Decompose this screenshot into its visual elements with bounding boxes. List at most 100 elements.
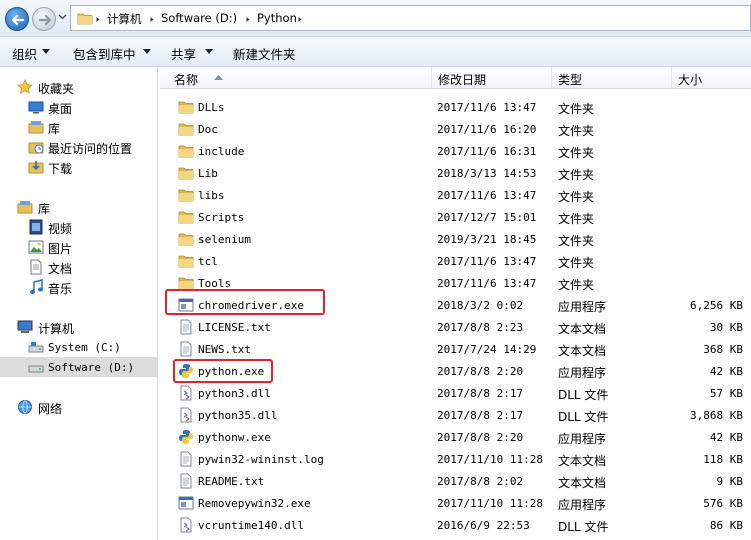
column-header-label: 大小 [678, 73, 703, 87]
breadcrumb-separator-icon[interactable] [149, 16, 156, 23]
nav-item-desktop[interactable]: 桌面 [0, 97, 157, 117]
nav-item-software-drive[interactable]: Software (D:) [0, 357, 157, 377]
nav-item-libraries[interactable]: 库 [0, 197, 157, 217]
file-row[interactable]: DLLs 2017/11/6 13:47 文件夹 [160, 96, 751, 118]
file-row[interactable]: pythonw.exe 2017/8/8 2:20 应用程序 42 KB [160, 426, 751, 448]
new-folder-button[interactable]: 新建文件夹 [233, 44, 296, 63]
file-modified-date: 2018/3/2 0:02 [437, 299, 524, 312]
nav-item-documents[interactable]: 文档 [0, 257, 157, 277]
nav-item-network[interactable]: 网络 [0, 397, 157, 417]
nav-item-downloads[interactable]: 下载 [0, 157, 157, 177]
nav-label: 桌面 [48, 102, 73, 116]
breadcrumb-computer[interactable]: 计算机 [107, 11, 142, 27]
desktop-icon [28, 101, 44, 114]
breadcrumb-python[interactable]: Python [257, 11, 297, 25]
breadcrumb-software-drive[interactable]: Software (D:) [161, 11, 237, 25]
back-button[interactable] [5, 7, 29, 31]
file-type: 文件夹 [558, 256, 595, 270]
nav-item-music[interactable]: 音乐 [0, 277, 157, 297]
file-name: selenium [198, 233, 251, 246]
column-header-size[interactable]: 大小 [672, 67, 751, 89]
include-in-library-button[interactable]: 包含到库中 [73, 44, 136, 63]
file-row[interactable]: NEWS.txt 2017/7/24 14:29 文本文档 368 KB [160, 338, 751, 360]
file-size: 368 KB [703, 343, 743, 356]
nav-label: 图片 [48, 242, 73, 256]
nav-item-system-drive[interactable]: System (C:) [0, 337, 157, 357]
file-list: 名称 修改日期 类型 大小 DLLs 2017/11/6 13:47 文件夹 Doc 2… [160, 67, 751, 540]
file-row[interactable]: pywin32-wininst.log 2017/11/10 11:28 文本文档 1… [160, 448, 751, 470]
file-type: 文本文档 [558, 454, 607, 468]
file-name: Scripts [198, 211, 245, 224]
arrow-left-icon [11, 14, 25, 26]
nav-label: 库 [48, 122, 61, 136]
column-header-modified[interactable]: 修改日期 [432, 67, 552, 89]
history-dropdown-icon[interactable] [58, 14, 67, 20]
file-modified-date: 2018/3/13 14:53 [437, 167, 537, 180]
file-row[interactable]: README.txt 2017/8/8 2:02 文本文档 9 KB [160, 470, 751, 492]
nav-item-library-fav[interactable]: 库 [0, 117, 157, 137]
column-header-label: 类型 [558, 73, 583, 87]
file-name: python35.dll [198, 409, 278, 422]
file-size: 9 KB [716, 475, 744, 488]
file-row[interactable]: python3.dll 2017/8/8 2:17 DLL 文件 57 KB [160, 382, 751, 404]
nav-item-favorites[interactable]: 收藏夹 [0, 77, 157, 97]
file-type: 应用程序 [558, 300, 607, 314]
file-row[interactable]: Removepywin32.exe 2017/11/10 11:28 应用程序 576… [160, 492, 751, 514]
folder-icon [178, 233, 194, 246]
file-type: 应用程序 [558, 498, 607, 512]
folder-icon [178, 123, 194, 136]
forward-button[interactable] [32, 7, 56, 31]
file-size: 42 KB [709, 431, 743, 444]
file-row[interactable]: python35.dll 2017/8/8 2:17 DLL 文件 3,868 KB [160, 404, 751, 426]
breadcrumb-separator-icon[interactable] [245, 16, 252, 23]
file-name: LICENSE.txt [198, 321, 271, 334]
file-modified-date: 2019/3/21 18:45 [437, 233, 537, 246]
file-modified-date: 2017/12/7 15:01 [437, 211, 537, 224]
drive-icon [28, 365, 44, 373]
column-header-name[interactable]: 名称 [168, 67, 432, 89]
file-row[interactable]: selenium 2019/3/21 18:45 文件夹 [160, 228, 751, 250]
column-header-type[interactable]: 类型 [552, 67, 672, 89]
file-modified-date: 2017/7/24 14:29 [437, 343, 537, 356]
nav-label: 最近访问的位置 [48, 142, 133, 156]
file-row[interactable]: Doc 2017/11/6 16:20 文件夹 [160, 118, 751, 140]
nav-label: 视频 [48, 222, 73, 236]
file-type: 文件夹 [558, 278, 595, 292]
file-modified-date: 2017/8/8 2:23 [437, 321, 524, 334]
file-name: libs [198, 189, 225, 202]
nav-label: 收藏夹 [38, 82, 75, 96]
file-row[interactable]: Lib 2018/3/13 14:53 文件夹 [160, 162, 751, 184]
nav-item-videos[interactable]: 视频 [0, 217, 157, 237]
file-modified-date: 2017/11/6 13:47 [437, 277, 537, 290]
file-modified-date: 2017/11/6 13:47 [437, 189, 537, 202]
nav-item-pictures[interactable]: 图片 [0, 237, 157, 257]
file-row[interactable]: libs 2017/11/6 13:47 文件夹 [160, 184, 751, 206]
file-size: 86 KB [709, 519, 743, 532]
recent-places-icon [28, 142, 44, 154]
file-row[interactable]: Scripts 2017/12/7 15:01 文件夹 [160, 206, 751, 228]
file-row[interactable]: tcl 2017/11/6 13:47 文件夹 [160, 250, 751, 272]
file-modified-date: 2017/8/8 2:17 [437, 409, 524, 422]
file-row[interactable]: include 2017/11/6 16:31 文件夹 [160, 140, 751, 162]
file-type: 文件夹 [558, 190, 595, 204]
breadcrumb-separator-icon[interactable] [95, 16, 102, 23]
folder-icon [178, 189, 194, 202]
file-row[interactable]: vcruntime140.dll 2016/6/9 22:53 DLL 文件 86 K… [160, 514, 751, 536]
file-name: python3.dll [198, 387, 271, 400]
address-box[interactable]: 计算机 Software (D:) Python [70, 5, 751, 31]
share-button[interactable]: 共享 [171, 44, 196, 63]
file-name: pythonw.exe [198, 431, 271, 444]
folder-icon [178, 145, 194, 158]
file-name: pywin32-wininst.log [198, 453, 324, 466]
organize-button[interactable]: 组织 [12, 44, 37, 63]
picture-icon [28, 240, 44, 254]
nav-label: 计算机 [38, 322, 75, 336]
chevron-down-icon [143, 49, 151, 54]
file-type: 文件夹 [558, 124, 595, 138]
nav-item-computer[interactable]: 计算机 [0, 317, 157, 337]
breadcrumb-separator-icon[interactable] [297, 16, 304, 23]
file-row[interactable]: LICENSE.txt 2017/8/8 2:23 文本文档 30 KB [160, 316, 751, 338]
dll-icon [180, 407, 192, 423]
nav-item-recent[interactable]: 最近访问的位置 [0, 137, 157, 157]
file-size: 30 KB [709, 321, 743, 334]
